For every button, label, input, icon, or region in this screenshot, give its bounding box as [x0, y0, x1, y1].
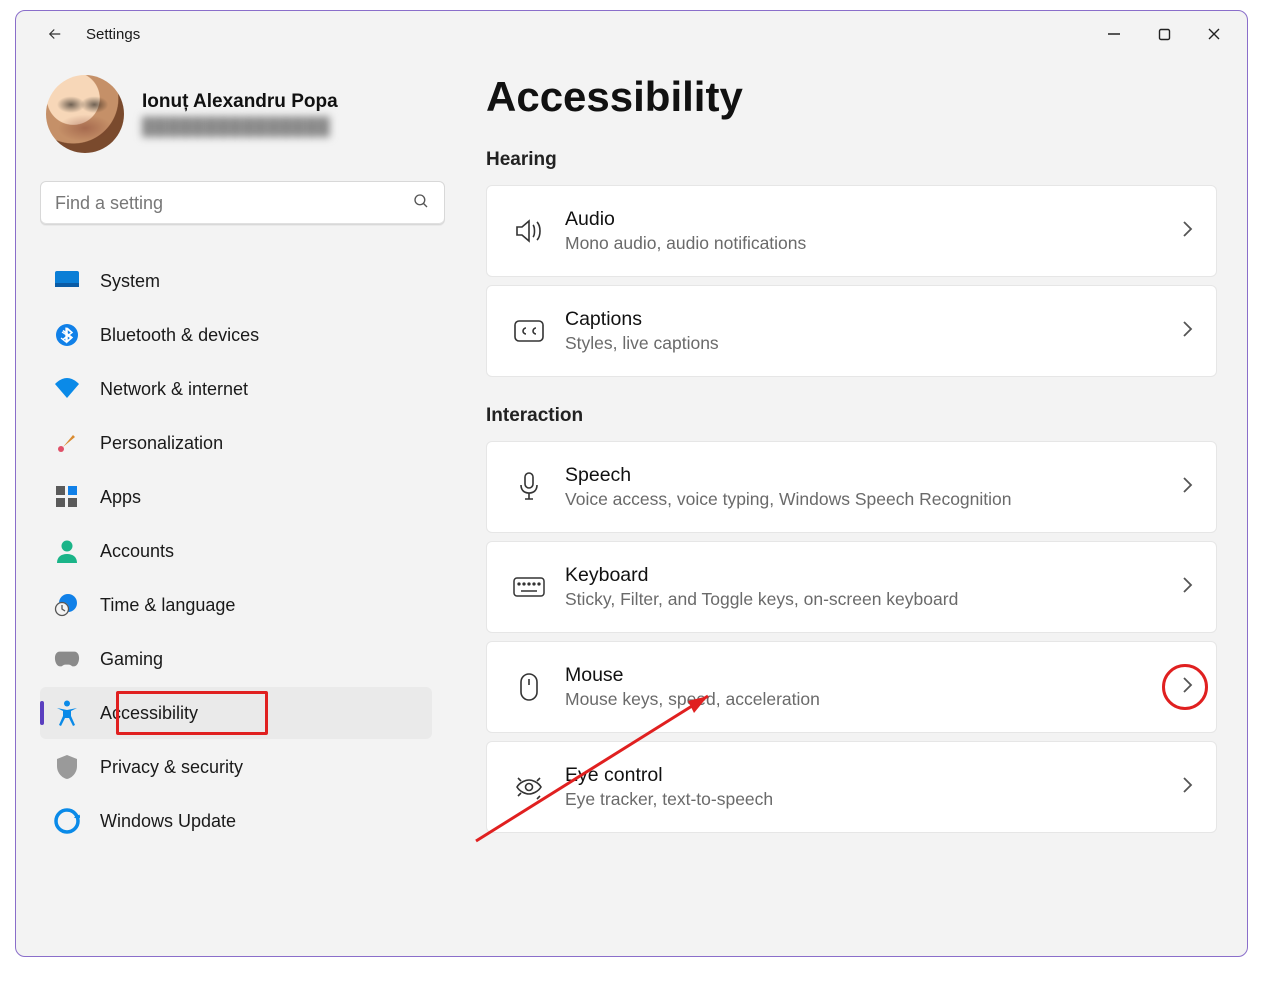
- sidebar-item-bluetooth[interactable]: Bluetooth & devices: [40, 309, 432, 361]
- card-subtitle: Eye tracker, text-to-speech: [565, 789, 773, 810]
- setting-card-keyboard[interactable]: Keyboard Sticky, Filter, and Toggle keys…: [486, 541, 1217, 633]
- chevron-right-icon: [1180, 676, 1194, 699]
- sidebar-item-time-language[interactable]: Time & language: [40, 579, 432, 631]
- minimize-button[interactable]: [1091, 17, 1137, 51]
- avatar: [46, 75, 124, 153]
- sidebar-item-label: Windows Update: [100, 811, 236, 832]
- close-button[interactable]: [1191, 17, 1237, 51]
- accessibility-icon: [54, 700, 80, 726]
- sidebar-item-personalization[interactable]: Personalization: [40, 417, 432, 469]
- sidebar-item-accounts[interactable]: Accounts: [40, 525, 432, 577]
- apps-icon: [54, 484, 80, 510]
- account-header[interactable]: Ionuț Alexandru Popa ███████████████: [40, 75, 432, 153]
- sidebar-item-label: Apps: [100, 487, 141, 508]
- setting-card-speech[interactable]: Speech Voice access, voice typing, Windo…: [486, 441, 1217, 533]
- sidebar-item-gaming[interactable]: Gaming: [40, 633, 432, 685]
- gamepad-icon: [54, 646, 80, 672]
- sidebar-item-network[interactable]: Network & internet: [40, 363, 432, 415]
- wifi-icon: [54, 376, 80, 402]
- brush-icon: [54, 430, 80, 456]
- eye-icon: [507, 774, 551, 800]
- sidebar-item-label: Privacy & security: [100, 757, 243, 778]
- app-title: Settings: [86, 26, 140, 43]
- chevron-right-icon: [1180, 220, 1194, 243]
- bluetooth-icon: [54, 322, 80, 348]
- sidebar-item-system[interactable]: System: [40, 255, 432, 307]
- section-title-hearing: Hearing: [486, 149, 1217, 171]
- search-box[interactable]: [40, 181, 445, 225]
- settings-window: Settings Ionuț Alexandru Popa ██████████…: [15, 10, 1248, 957]
- setting-card-audio[interactable]: Audio Mono audio, audio notifications: [486, 185, 1217, 277]
- clock-globe-icon: [54, 592, 80, 618]
- card-title: Speech: [565, 464, 1012, 487]
- sidebar-item-label: Gaming: [100, 649, 163, 670]
- system-icon: [54, 268, 80, 294]
- update-icon: [54, 808, 80, 834]
- chevron-right-icon: [1180, 476, 1194, 499]
- card-title: Keyboard: [565, 564, 958, 587]
- chevron-right-icon: [1180, 576, 1194, 599]
- sidebar-item-label: Accounts: [100, 541, 174, 562]
- card-subtitle: Styles, live captions: [565, 333, 719, 354]
- card-title: Audio: [565, 208, 806, 231]
- chevron-right-icon: [1180, 320, 1194, 343]
- section-title-interaction: Interaction: [486, 405, 1217, 427]
- card-subtitle: Sticky, Filter, and Toggle keys, on-scre…: [565, 589, 958, 610]
- titlebar: Settings: [16, 11, 1247, 57]
- sidebar-item-apps[interactable]: Apps: [40, 471, 432, 523]
- card-title: Captions: [565, 308, 719, 331]
- sidebar-item-label: Time & language: [100, 595, 235, 616]
- arrow-left-icon: [46, 25, 64, 43]
- sidebar-item-privacy[interactable]: Privacy & security: [40, 741, 432, 793]
- minimize-icon: [1107, 27, 1121, 41]
- microphone-icon: [507, 472, 551, 502]
- setting-card-eye-control[interactable]: Eye control Eye tracker, text-to-speech: [486, 741, 1217, 833]
- card-subtitle: Mono audio, audio notifications: [565, 233, 806, 254]
- sidebar-item-label: Accessibility: [100, 703, 198, 724]
- sidebar-item-accessibility[interactable]: Accessibility: [40, 687, 432, 739]
- shield-icon: [54, 754, 80, 780]
- search-icon: [412, 192, 430, 215]
- close-icon: [1207, 27, 1221, 41]
- card-subtitle: Mouse keys, speed, acceleration: [565, 689, 820, 710]
- window-controls: [1091, 17, 1237, 51]
- captions-icon: [507, 320, 551, 342]
- user-email: ███████████████: [142, 117, 338, 137]
- maximize-button[interactable]: [1141, 17, 1187, 51]
- audio-icon: [507, 218, 551, 244]
- maximize-icon: [1158, 28, 1171, 41]
- user-name: Ionuț Alexandru Popa: [142, 91, 338, 113]
- back-button[interactable]: [36, 15, 74, 53]
- keyboard-icon: [507, 577, 551, 597]
- chevron-right-icon: [1180, 776, 1194, 799]
- sidebar-item-label: System: [100, 271, 160, 292]
- card-title: Eye control: [565, 764, 773, 787]
- sidebar-item-windows-update[interactable]: Windows Update: [40, 795, 432, 847]
- sidebar-item-label: Network & internet: [100, 379, 248, 400]
- nav-list: System Bluetooth & devices Network & int…: [40, 255, 432, 847]
- sidebar-item-label: Personalization: [100, 433, 223, 454]
- mouse-icon: [507, 672, 551, 702]
- card-subtitle: Voice access, voice typing, Windows Spee…: [565, 489, 1012, 510]
- person-icon: [54, 538, 80, 564]
- card-title: Mouse: [565, 664, 820, 687]
- setting-card-mouse[interactable]: Mouse Mouse keys, speed, acceleration: [486, 641, 1217, 733]
- page-title: Accessibility: [486, 73, 1217, 121]
- search-input[interactable]: [55, 193, 412, 214]
- setting-card-captions[interactable]: Captions Styles, live captions: [486, 285, 1217, 377]
- sidebar-item-label: Bluetooth & devices: [100, 325, 259, 346]
- sidebar: Ionuț Alexandru Popa ███████████████ Sys…: [16, 57, 446, 956]
- main-content: Accessibility Hearing Audio Mono audio, …: [446, 57, 1247, 956]
